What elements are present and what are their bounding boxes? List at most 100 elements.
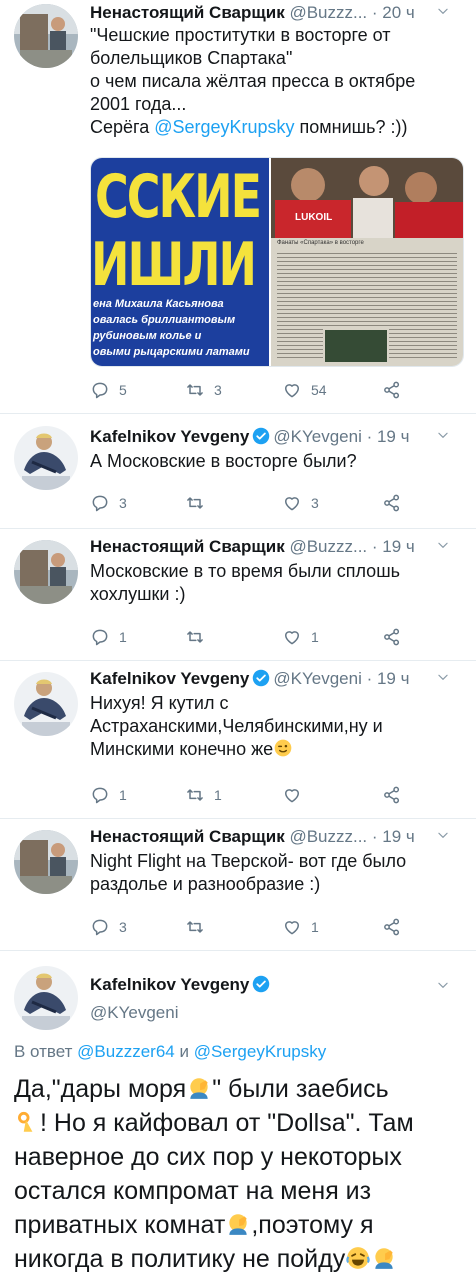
tweet-time[interactable]: · 20 ч xyxy=(372,3,415,22)
chevron-down-icon[interactable] xyxy=(436,978,450,992)
author-handle[interactable]: @KYevgeni xyxy=(273,427,361,446)
share-icon xyxy=(382,785,402,805)
tweet-time[interactable]: · 19 ч xyxy=(367,669,410,688)
avatar[interactable] xyxy=(14,426,78,490)
retweet-button[interactable] xyxy=(185,915,214,939)
main-tweet-text: приватных комнат xyxy=(14,1211,226,1239)
tweet-time[interactable]: · 19 ч xyxy=(372,827,415,846)
main-tweet-line: Да,"дары моря " были заебись xyxy=(14,1072,466,1106)
like-button[interactable]: 3 xyxy=(282,491,319,515)
author-name[interactable]: Kafelnikov Yevgeny xyxy=(90,427,249,446)
tweet-text-line: А Московские в восторге были? xyxy=(90,451,357,471)
tweet-time[interactable]: · 19 ч xyxy=(367,427,410,446)
reply-button[interactable]: 1 xyxy=(90,783,127,807)
retweet-button[interactable] xyxy=(185,625,214,649)
reply-button[interactable]: 3 xyxy=(90,491,127,515)
tweet-1[interactable]: Ненастоящий Сварщик @Buzzz... · 20 ч "Че… xyxy=(0,0,476,410)
author-handle[interactable]: @Buzzz... xyxy=(289,537,367,556)
media-left-panel: ССКИЕ ИШЛИ ена Михаила Касьянова овалась… xyxy=(91,158,269,366)
retweet-icon xyxy=(185,627,205,647)
like-button[interactable]: 54 xyxy=(282,378,327,402)
share-icon xyxy=(382,380,402,400)
avatar[interactable] xyxy=(14,672,78,736)
retweet-button[interactable] xyxy=(185,491,214,515)
avatar[interactable] xyxy=(14,540,78,604)
reply-button[interactable]: 5 xyxy=(90,378,127,402)
main-tweet-line: остался компромат на меня из xyxy=(14,1177,372,1205)
tweet-5[interactable]: Ненастоящий Сварщик @Buzzz... · 19 ч Nig… xyxy=(0,822,476,946)
retweet-button[interactable]: 1 xyxy=(185,783,222,807)
tweet-3[interactable]: Ненастоящий Сварщик @Buzzz... · 19 ч Мос… xyxy=(0,532,476,654)
main-tweet-text: ! Но я кайфовал от "Dollsa". Там xyxy=(40,1109,414,1137)
reply-count: 3 xyxy=(119,919,127,935)
avatar-image xyxy=(14,4,78,68)
divider xyxy=(0,413,476,414)
replying-to: В ответ @Buzzzer64 и @SergeyKrupsky xyxy=(14,1042,326,1062)
retweet-icon xyxy=(185,380,205,400)
media-headline: ССКИЕ xyxy=(95,161,262,232)
avatar[interactable] xyxy=(14,966,78,1030)
chevron-down-icon[interactable] xyxy=(436,428,450,442)
like-count: 1 xyxy=(311,629,319,645)
author-handle[interactable]: @Buzzz... xyxy=(289,827,367,846)
chevron-down-icon[interactable] xyxy=(436,538,450,552)
avatar[interactable] xyxy=(14,830,78,894)
tweet-text-line: хохлушки :) xyxy=(90,584,186,604)
reply-user-link[interactable]: @Buzzzer64 xyxy=(77,1042,175,1061)
media-caption: Фанаты «Спартака» в восторге xyxy=(277,240,364,246)
heart-icon xyxy=(282,917,302,937)
author-name[interactable]: Kafelnikov Yevgeny xyxy=(90,975,249,994)
tweet-text-line: раздолье и разнообразие :) xyxy=(90,874,321,894)
heart-icon xyxy=(282,785,302,805)
main-tweet-line: наверное до сих пор у некоторых xyxy=(14,1143,402,1171)
reply-button[interactable]: 1 xyxy=(90,625,127,649)
mention-suffix: помнишь? :)) xyxy=(294,117,408,137)
author-handle[interactable]: @KYevgeni xyxy=(90,1003,178,1022)
verified-badge-icon xyxy=(252,975,270,993)
retweet-count: 1 xyxy=(214,787,222,803)
avatar-image xyxy=(14,830,78,894)
mention-link[interactable]: @SergeyKrupsky xyxy=(154,117,294,137)
reply-user-link[interactable]: @SergeyKrupsky xyxy=(194,1042,327,1061)
avatar-image xyxy=(14,966,78,1030)
share-button[interactable] xyxy=(382,491,402,515)
like-button[interactable]: 1 xyxy=(282,625,319,649)
tweet-2[interactable]: Kafelnikov Yevgeny @KYevgeni · 19 ч А Мос… xyxy=(0,418,476,523)
author-name[interactable]: Ненастоящий Сварщик xyxy=(90,827,285,846)
reply-count: 1 xyxy=(119,629,127,645)
share-button[interactable] xyxy=(382,915,402,939)
like-button[interactable]: 1 xyxy=(282,915,319,939)
reply-icon xyxy=(90,380,110,400)
chevron-down-icon[interactable] xyxy=(436,670,450,684)
chevron-down-icon[interactable] xyxy=(436,4,450,18)
retweet-button[interactable]: 3 xyxy=(185,378,222,402)
author-name[interactable]: Ненастоящий Сварщик xyxy=(90,537,285,556)
share-button[interactable] xyxy=(382,378,402,402)
author-handle[interactable]: @KYevgeni xyxy=(273,669,361,688)
share-button[interactable] xyxy=(382,783,402,807)
tweet-text-line: Минскими конечно же xyxy=(90,738,462,761)
reply-count: 5 xyxy=(119,382,127,398)
tweet-text-line: 2001 года... xyxy=(90,94,187,114)
chevron-down-icon[interactable] xyxy=(436,828,450,842)
share-icon xyxy=(382,627,402,647)
share-button[interactable] xyxy=(382,625,402,649)
divider xyxy=(0,950,476,951)
tweet-4[interactable]: Kafelnikov Yevgeny @KYevgeni · 19 ч Нихуя… xyxy=(0,664,476,814)
like-button[interactable] xyxy=(282,783,311,807)
retweet-count: 3 xyxy=(214,382,222,398)
tweet-time[interactable]: · 19 ч xyxy=(372,537,415,556)
author-name[interactable]: Ненастоящий Сварщик xyxy=(90,3,285,22)
facepalm-icon xyxy=(186,1075,212,1101)
media-caption-line: овыми рыцарскими латами xyxy=(93,346,250,358)
avatar-image xyxy=(14,426,78,490)
like-count: 3 xyxy=(311,495,319,511)
author-name[interactable]: Kafelnikov Yevgeny xyxy=(90,669,249,688)
reply-button[interactable]: 3 xyxy=(90,915,127,939)
tweet-text-line: Night Flight на Тверской- вот где было xyxy=(90,851,407,871)
author-handle[interactable]: @Buzzz... xyxy=(289,3,367,22)
media-photo: LUKOIL xyxy=(271,158,463,238)
heart-icon xyxy=(282,493,302,513)
tweet-media[interactable]: ССКИЕ ИШЛИ ена Михаила Касьянова овалась… xyxy=(90,157,464,367)
avatar[interactable] xyxy=(14,4,78,68)
